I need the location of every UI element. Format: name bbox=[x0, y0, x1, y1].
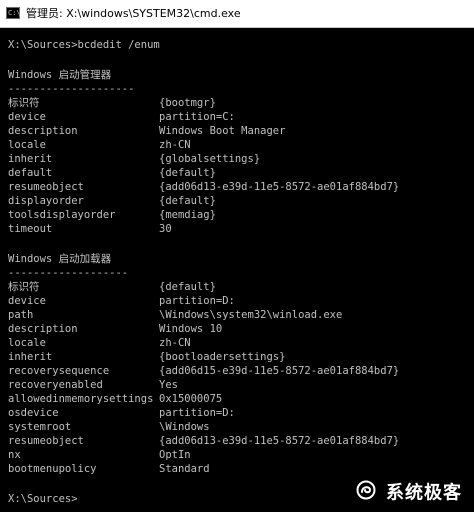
entry-value: {globalsettings} bbox=[159, 153, 261, 165]
entry-key: inherit bbox=[8, 351, 53, 363]
entry-value: {memdiag} bbox=[159, 209, 216, 221]
entry-key: locale bbox=[8, 337, 46, 349]
entry-key: toolsdisplayorder bbox=[8, 209, 116, 221]
watermark: 系统极客 bbox=[356, 480, 462, 504]
entry-key: timeout bbox=[8, 223, 53, 235]
entry-key: locale bbox=[8, 139, 46, 151]
section-separator: ------------------- bbox=[8, 267, 129, 279]
entry-value: Windows 10 bbox=[159, 323, 223, 335]
window-title: 管理员: X:\windows\SYSTEM32\cmd.exe bbox=[26, 7, 241, 20]
entry-value: partition=D: bbox=[159, 407, 235, 419]
entry-value: zh-CN bbox=[159, 139, 191, 151]
cmd-console-icon[interactable]: C:\ bbox=[6, 7, 21, 19]
entry-value: partition=C: bbox=[159, 111, 235, 123]
entry-value: {bootmgr} bbox=[159, 97, 216, 109]
entry-value: 30 bbox=[159, 223, 172, 235]
entry-value: {bootloadersettings} bbox=[159, 351, 286, 363]
console-output[interactable]: X:\Sources>bcdedit /enum Windows 启动管理器 -… bbox=[0, 28, 474, 512]
section-header-boot-loader: Windows 启动加载器 bbox=[8, 253, 112, 265]
entry-value: {add06d15-e39d-11e5-8572-ae01af884bd7} bbox=[159, 365, 400, 377]
section-header-boot-manager: Windows 启动管理器 bbox=[8, 69, 112, 81]
entry-key: osdevice bbox=[8, 407, 59, 419]
entry-value: OptIn bbox=[159, 449, 191, 461]
entry-key: displayorder bbox=[8, 195, 84, 207]
entry-key: allowedinmemorysettings bbox=[8, 393, 154, 405]
entry-key: recoveryenabled bbox=[8, 379, 103, 391]
entry-key: description bbox=[8, 323, 78, 335]
entry-value: partition=D: bbox=[159, 295, 235, 307]
entry-key: inherit bbox=[8, 153, 53, 165]
section-separator: -------------------- bbox=[8, 83, 135, 95]
watermark-text: 系统极客 bbox=[386, 482, 462, 504]
entry-value: {add06d13-e39d-11e5-8572-ae01af884bd7} bbox=[159, 435, 400, 447]
entry-value: zh-CN bbox=[159, 337, 191, 349]
entry-key: recoverysequence bbox=[8, 365, 110, 377]
command-prompt[interactable]: X:\Sources> bbox=[8, 492, 78, 506]
title-bar[interactable]: C:\ 管理员: X:\windows\SYSTEM32\cmd.exe bbox=[0, 0, 474, 28]
entry-value: {default} bbox=[159, 167, 216, 179]
entry-key: device bbox=[8, 111, 46, 123]
entry-value: {default} bbox=[159, 281, 216, 293]
entry-value: Windows Boot Manager bbox=[159, 125, 286, 137]
entry-value: {default} bbox=[159, 195, 216, 207]
entry-value: {add06d13-e39d-11e5-8572-ae01af884bd7} bbox=[159, 181, 400, 193]
entry-value: \Windows bbox=[159, 421, 210, 433]
entry-key: bootmenupolicy bbox=[8, 463, 97, 475]
entry-key: nx bbox=[8, 449, 21, 461]
entry-key: description bbox=[8, 125, 78, 137]
entry-key: 标识符 bbox=[8, 97, 40, 109]
entry-value: \Windows\system32\winload.exe bbox=[159, 309, 343, 321]
entry-key: default bbox=[8, 167, 53, 179]
command-line: X:\Sources>bcdedit /enum bbox=[8, 39, 160, 51]
entry-key: resumeobject bbox=[8, 181, 84, 193]
cmd-console-icon-label: C:\ bbox=[8, 9, 21, 17]
entry-value: 0x15000075 bbox=[159, 393, 223, 405]
swirl-logo-icon bbox=[356, 480, 376, 507]
entry-key: path bbox=[8, 309, 34, 321]
entry-value: Yes bbox=[159, 379, 178, 391]
entry-key: 标识符 bbox=[8, 281, 40, 293]
entry-key: systemroot bbox=[8, 421, 72, 433]
entry-key: resumeobject bbox=[8, 435, 84, 447]
cmd-window: C:\ 管理员: X:\windows\SYSTEM32\cmd.exe X:\… bbox=[0, 0, 474, 512]
entry-value: Standard bbox=[159, 463, 210, 475]
entry-key: device bbox=[8, 295, 46, 307]
